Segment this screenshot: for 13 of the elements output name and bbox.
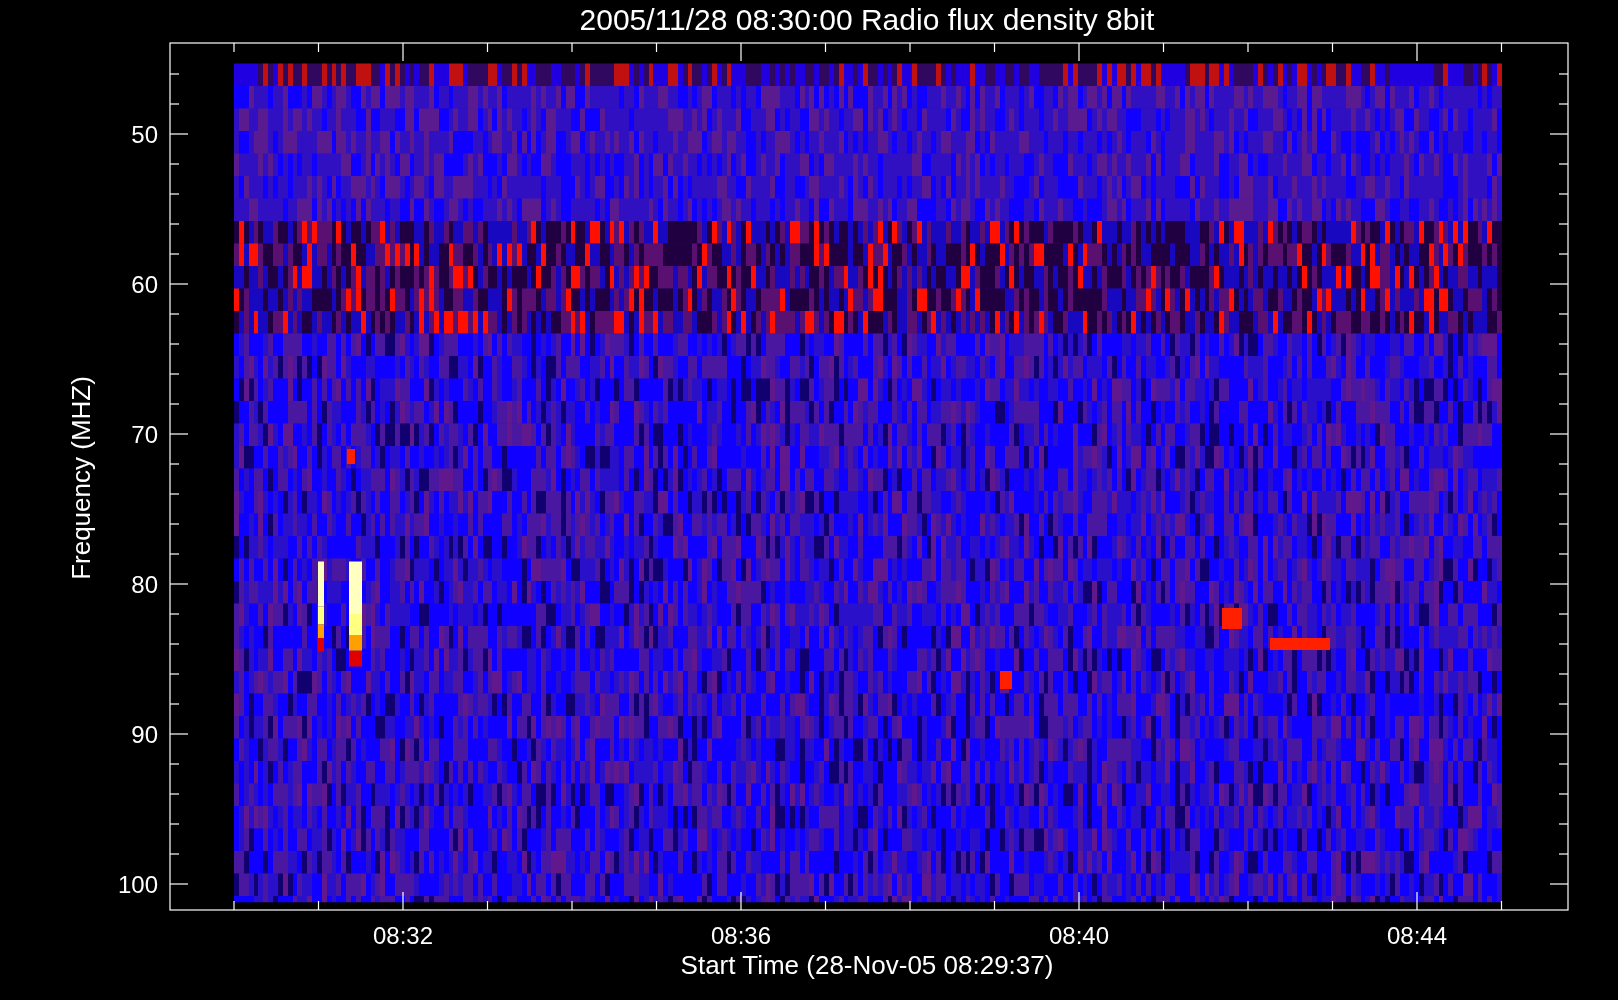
plot-title: 2005/11/28 08:30:00 Radio flux density 8bit [579,3,1155,36]
x-tick-label: 08:40 [1048,922,1110,949]
y-tick-label: 70 [131,421,158,448]
x-tick-label: 08:44 [1386,922,1448,949]
y-tick-label: 80 [131,571,158,598]
x-axis-title: Start Time (28-Nov-05 08:29:37) [680,950,1054,980]
y-tick-label: 50 [131,121,158,148]
y-tick-label: 60 [131,271,158,298]
y-axis-title: Frequency (MHZ) [66,376,96,580]
y-tick-label: 100 [117,871,158,898]
y-tick-label: 90 [131,721,158,748]
x-tick-label: 08:32 [372,922,434,949]
x-tick-label: 08:36 [710,922,772,949]
